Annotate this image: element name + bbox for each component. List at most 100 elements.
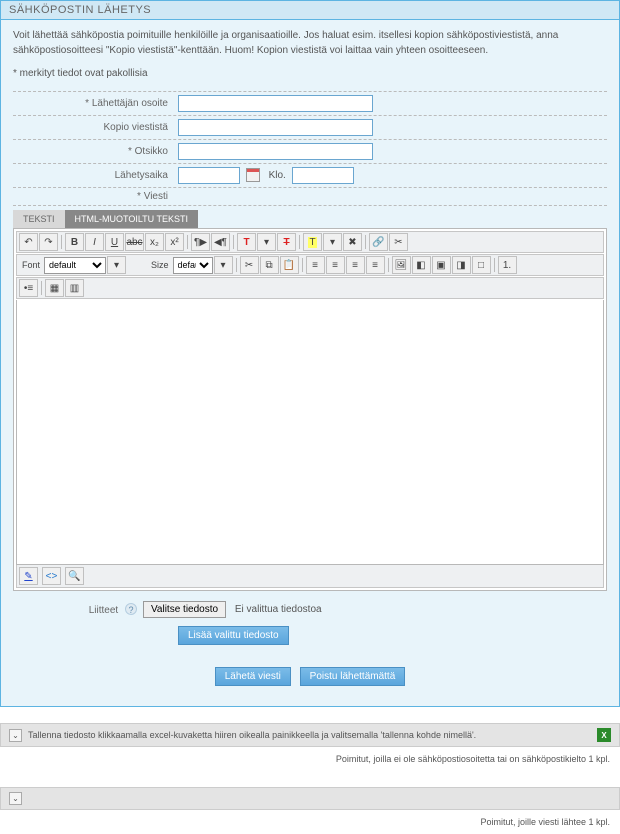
editor-tabs: TEKSTI HTML-MUOTOILTU TEKSTI: [13, 210, 607, 228]
link-icon[interactable]: 🔗: [369, 233, 388, 251]
info-text-1: Tallenna tiedosto klikkaamalla excel-kuv…: [28, 730, 476, 740]
strike-icon[interactable]: abc: [125, 233, 144, 251]
ltr-icon[interactable]: ¶▶: [191, 233, 210, 251]
image-right-icon[interactable]: ◨: [452, 256, 471, 274]
size-select[interactable]: defaul: [173, 257, 213, 274]
unlink-icon[interactable]: ✂: [389, 233, 408, 251]
tab-text[interactable]: TEKSTI: [13, 210, 65, 228]
ordered-list-icon[interactable]: 1.: [498, 256, 517, 274]
image-none-icon[interactable]: □: [472, 256, 491, 274]
separator: [492, 256, 497, 274]
remove-highlight-icon[interactable]: ✖: [343, 233, 362, 251]
help-icon[interactable]: ?: [125, 603, 137, 615]
subject-input[interactable]: [178, 143, 373, 160]
rtl-icon[interactable]: ◀¶: [211, 233, 230, 251]
row-subject: * Otsikko: [13, 139, 607, 163]
edit-mode-icon[interactable]: ✎: [19, 567, 38, 585]
count-line-2: Poimitut, joille viesti lähtee 1 kpl.: [0, 810, 620, 834]
row-sendtime: Lähetysaika Klo.: [13, 163, 607, 187]
panel-body: Voit lähettää sähköpostia poimituille he…: [1, 20, 619, 706]
separator: [386, 256, 391, 274]
bold-icon[interactable]: B: [65, 233, 84, 251]
preview-mode-icon[interactable]: 🔍: [65, 567, 84, 585]
subject-label: * Otsikko: [13, 146, 178, 157]
subscript-icon[interactable]: x₂: [145, 233, 164, 251]
editor-wrapper: ↶ ↷ B I U abc x₂ x² ¶▶ ◀¶ T ▾ T T ▾ ✖: [13, 228, 607, 591]
main-panel: SÄHKÖPOSTIN LÄHETYS Voit lähettää sähköp…: [0, 0, 620, 707]
sender-input[interactable]: [178, 95, 373, 112]
action-row: Lähetä viesti Poistu lähettämättä: [13, 667, 607, 686]
row-sender: * Lähettäjän osoite: [13, 91, 607, 115]
toolbar-row-1: ↶ ↷ B I U abc x₂ x² ¶▶ ◀¶ T ▾ T T ▾ ✖: [16, 231, 604, 253]
info-bar-2: ⌄: [0, 787, 620, 810]
font-select[interactable]: default: [44, 257, 106, 274]
add-file-button[interactable]: Lisää valittu tiedosto: [178, 626, 289, 645]
unordered-list-icon[interactable]: •≡: [19, 279, 38, 297]
exit-button[interactable]: Poistu lähettämättä: [300, 667, 406, 686]
row-message-label: * Viesti: [13, 187, 607, 206]
table-props-icon[interactable]: ▥: [65, 279, 84, 297]
undo-icon[interactable]: ↶: [19, 233, 38, 251]
attachment-label: Liitteet ?: [13, 603, 143, 616]
separator: [185, 233, 190, 251]
toolbar-row-3: •≡ ▦ ▥: [16, 277, 604, 299]
sendtime-label: Lähetysaika: [13, 170, 178, 181]
separator: [39, 279, 44, 297]
font-label: Font: [19, 260, 43, 270]
message-label: * Viesti: [13, 191, 178, 202]
align-left-icon[interactable]: ≡: [306, 256, 325, 274]
underline-icon[interactable]: U: [105, 233, 124, 251]
copy-label: Kopio viestistä: [13, 122, 178, 133]
superscript-icon[interactable]: x²: [165, 233, 184, 251]
attachment-row: Liitteet ? Valitse tiedosto Ei valittua …: [13, 601, 607, 618]
file-status: Ei valittua tiedostoa: [235, 604, 322, 615]
cut-icon[interactable]: ✂: [240, 256, 259, 274]
source-mode-icon[interactable]: <>: [42, 567, 61, 585]
time-input[interactable]: [292, 167, 354, 184]
align-justify-icon[interactable]: ≡: [366, 256, 385, 274]
highlight-icon[interactable]: T: [303, 233, 322, 251]
calendar-icon[interactable]: [246, 168, 260, 182]
remove-format-icon[interactable]: T: [277, 233, 296, 251]
separator: [59, 233, 64, 251]
info-bar-1: ⌄ Tallenna tiedosto klikkaamalla excel-k…: [0, 723, 620, 747]
table-icon[interactable]: ▦: [45, 279, 64, 297]
separator: [297, 233, 302, 251]
text-color-icon[interactable]: T: [237, 233, 256, 251]
editor-textarea[interactable]: [16, 300, 604, 565]
image-left-icon[interactable]: ◧: [412, 256, 431, 274]
font-picker-icon[interactable]: ▾: [107, 256, 126, 274]
collapse-icon[interactable]: ⌄: [9, 729, 22, 742]
size-picker-icon[interactable]: ▾: [214, 256, 233, 274]
redo-icon[interactable]: ↷: [39, 233, 58, 251]
date-input[interactable]: [178, 167, 240, 184]
send-button[interactable]: Lähetä viesti: [215, 667, 291, 686]
editor-footer: ✎ <> 🔍: [16, 565, 604, 588]
align-right-icon[interactable]: ≡: [346, 256, 365, 274]
sender-label: * Lähettäjän osoite: [13, 98, 178, 109]
image-icon[interactable]: 🖼: [392, 256, 411, 274]
required-note: * merkityt tiedot ovat pakollisia: [13, 68, 607, 79]
text-color-picker-icon[interactable]: ▾: [257, 233, 276, 251]
separator: [234, 256, 239, 274]
row-copy: Kopio viestistä: [13, 115, 607, 139]
image-center-icon[interactable]: ▣: [432, 256, 451, 274]
separator: [363, 233, 368, 251]
page-title: SÄHKÖPOSTIN LÄHETYS: [1, 1, 619, 20]
klo-label: Klo.: [269, 170, 286, 181]
excel-icon[interactable]: X: [597, 728, 611, 742]
align-center-icon[interactable]: ≡: [326, 256, 345, 274]
toolbar-row-2: Font default ▾ Size defaul ▾ ✂ ⧉ 📋 ≡ ≡ ≡…: [16, 254, 604, 276]
size-label: Size: [148, 260, 172, 270]
copy-icon[interactable]: ⧉: [260, 256, 279, 274]
count-line-1: Poimitut, joilla ei ole sähköpostiosoite…: [0, 747, 620, 771]
separator: [231, 233, 236, 251]
copy-input[interactable]: [178, 119, 373, 136]
collapse-icon[interactable]: ⌄: [9, 792, 22, 805]
italic-icon[interactable]: I: [85, 233, 104, 251]
choose-file-button[interactable]: Valitse tiedosto: [143, 601, 226, 618]
tab-html[interactable]: HTML-MUOTOILTU TEKSTI: [65, 210, 199, 228]
paste-icon[interactable]: 📋: [280, 256, 299, 274]
separator: [300, 256, 305, 274]
highlight-picker-icon[interactable]: ▾: [323, 233, 342, 251]
